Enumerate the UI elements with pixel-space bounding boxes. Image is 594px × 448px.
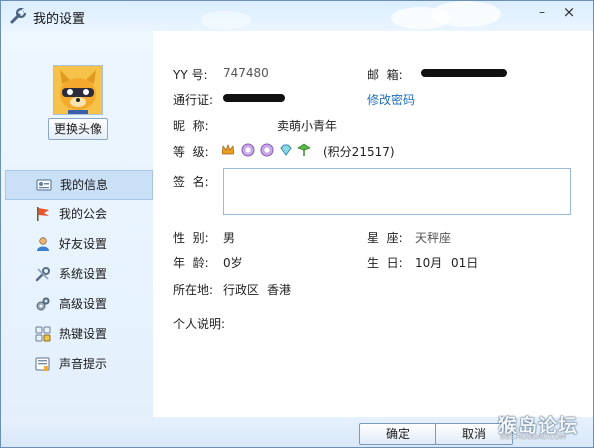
change-avatar-button[interactable]: 更换头像 bbox=[48, 118, 108, 140]
level-points: (积分21517) bbox=[323, 145, 395, 159]
change-password-link[interactable]: 修改密码 bbox=[367, 91, 415, 108]
profile-panel: YY 号: 747480 邮 箱: 通行证: 修改密码 昵 称: 卖萌小青年 等… bbox=[153, 31, 593, 417]
birthday-day: 01日 bbox=[451, 256, 479, 270]
nickname-value: 卖萌小青年 bbox=[277, 119, 338, 133]
yy-number-label: YY 号: bbox=[173, 68, 208, 82]
nickname-label: 昵 称: bbox=[173, 119, 209, 133]
sidebar-item-advanced-settings[interactable]: 高级设置 bbox=[5, 290, 153, 318]
crown-icon bbox=[221, 144, 235, 155]
zodiac-value: 天秤座 bbox=[415, 231, 452, 245]
sidebar-item-label: 声音提示 bbox=[59, 357, 108, 371]
moon-badge-icon bbox=[241, 143, 255, 157]
sidebar-item-sound-alerts[interactable]: 声音提示 bbox=[5, 350, 153, 378]
passport-redaction bbox=[223, 94, 285, 102]
id-card-icon bbox=[36, 179, 52, 191]
sidebar-item-system-settings[interactable]: 系统设置 bbox=[5, 260, 153, 288]
age-label: 年 龄: bbox=[173, 256, 209, 270]
sidebar-item-label: 我的信息 bbox=[60, 178, 109, 192]
sidebar-item-hotkey-settings[interactable]: 热键设置 bbox=[5, 320, 153, 348]
level-label: 等 级: bbox=[173, 145, 209, 159]
age-value: 0岁 bbox=[223, 256, 243, 270]
friend-icon bbox=[37, 237, 49, 251]
birthday-month: 10月 bbox=[415, 256, 443, 270]
email-redaction bbox=[421, 69, 507, 77]
signature-input[interactable] bbox=[223, 168, 571, 215]
signature-label: 签 名: bbox=[173, 175, 209, 189]
settings-window: 我的设置 – × 更换头像 我的信息 我的公会 好友设置 系统设置 高级设置 热… bbox=[0, 0, 594, 448]
sidebar-item-label: 系统设置 bbox=[59, 267, 108, 281]
passport-label: 通行证: bbox=[173, 93, 214, 107]
sidebar-item-label: 热键设置 bbox=[59, 327, 108, 341]
hotkey-icon bbox=[35, 326, 51, 342]
sidebar-item-my-guild[interactable]: 我的公会 bbox=[5, 200, 153, 228]
birthday-label: 生 日: bbox=[367, 256, 403, 270]
advanced-gear-icon bbox=[36, 297, 50, 311]
zodiac-label: 星 座: bbox=[367, 231, 403, 245]
sound-icon bbox=[35, 357, 50, 371]
sidebar-item-label: 高级设置 bbox=[59, 297, 108, 311]
location-region: 行政区 bbox=[223, 283, 260, 297]
about-label: 个人说明: bbox=[173, 317, 226, 331]
ok-button[interactable]: 确定 bbox=[359, 423, 437, 445]
wrench-icon bbox=[10, 7, 27, 24]
location-label: 所在地: bbox=[173, 283, 214, 297]
sidebar-item-label: 我的公会 bbox=[59, 207, 108, 221]
sidebar: 更换头像 我的信息 我的公会 好友设置 系统设置 高级设置 热键设置 声音提示 bbox=[1, 31, 153, 417]
location-city: 香港 bbox=[267, 283, 292, 297]
raccoon-avatar-icon bbox=[54, 66, 102, 114]
forum-watermark: 猴岛论坛 BBS.HOUDAO.COM bbox=[498, 411, 590, 445]
yy-number-value: 747480 bbox=[223, 66, 269, 80]
gender-label: 性 别: bbox=[173, 231, 209, 245]
window-title: 我的设置 bbox=[33, 12, 86, 27]
title-bar[interactable]: 我的设置 – × bbox=[1, 1, 593, 31]
email-label: 邮 箱: bbox=[367, 68, 403, 82]
sidebar-item-friend-settings[interactable]: 好友设置 bbox=[5, 230, 153, 258]
diamond-badge-icon bbox=[280, 144, 292, 156]
sprout-badge-icon bbox=[297, 143, 311, 156]
gender-value: 男 bbox=[223, 231, 236, 245]
watermark-subtext: BBS.HOUDAO.COM bbox=[500, 433, 566, 441]
tools-icon bbox=[35, 267, 50, 282]
close-button[interactable]: × bbox=[558, 3, 580, 21]
minimize-button[interactable]: – bbox=[531, 3, 553, 21]
sidebar-item-label: 好友设置 bbox=[59, 237, 108, 251]
avatar[interactable] bbox=[53, 65, 103, 115]
flag-icon bbox=[37, 207, 49, 221]
moon-badge-icon bbox=[260, 143, 274, 157]
sidebar-item-my-info[interactable]: 我的信息 bbox=[5, 170, 153, 200]
